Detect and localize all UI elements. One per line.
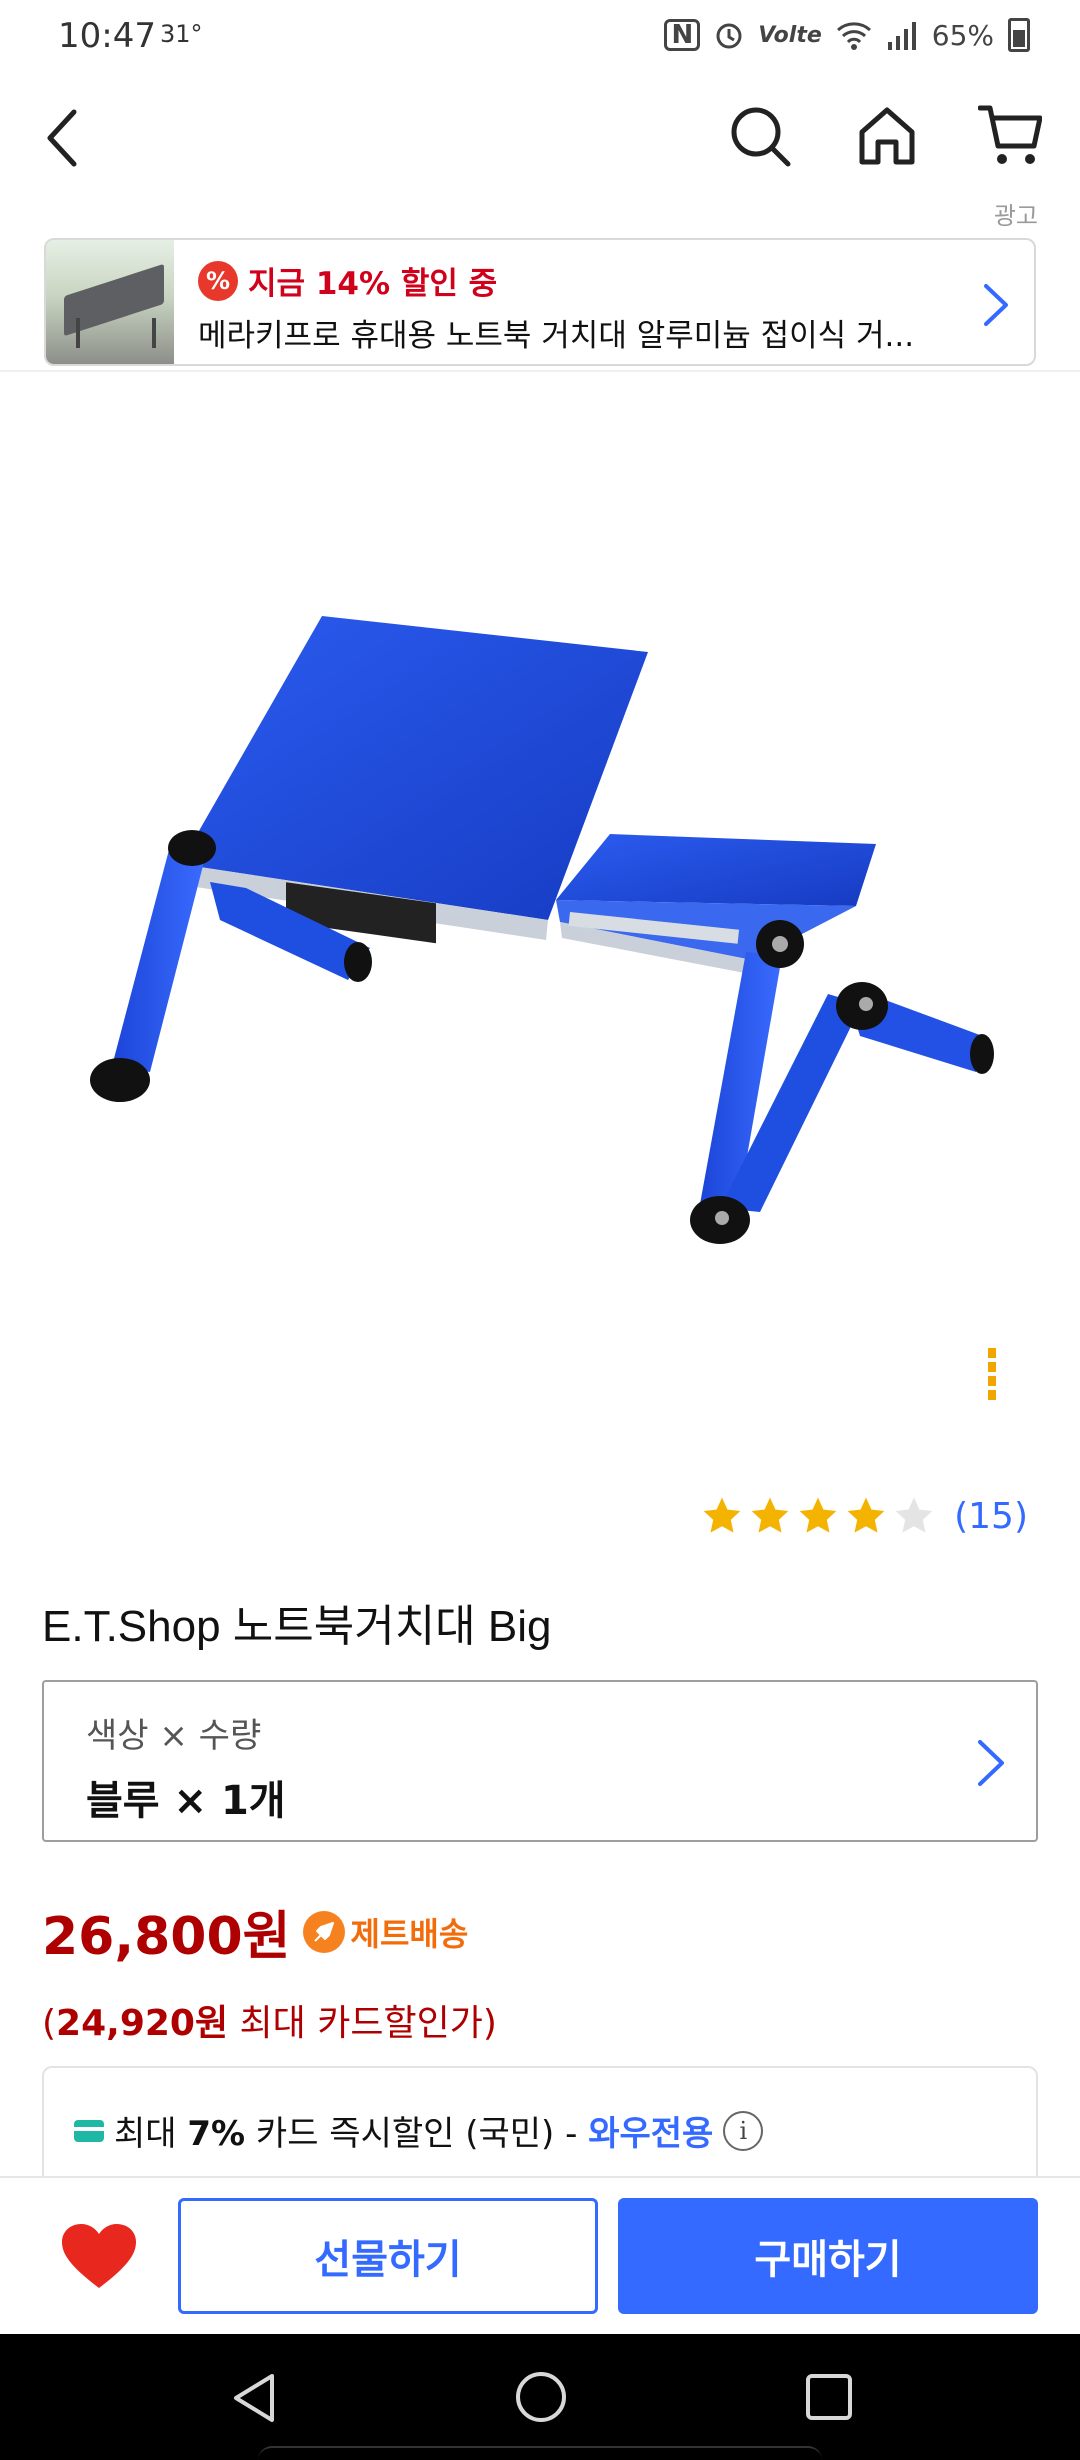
star-filled-icon xyxy=(751,1497,789,1533)
ad-discount: % 지금 14% 할인 중 xyxy=(198,258,497,303)
buy-button[interactable]: 구매하기 xyxy=(618,2198,1038,2314)
volte-label: Volte xyxy=(758,22,822,48)
option-value: 블루 × 1개 xyxy=(86,1778,286,1824)
review-count[interactable]: (15) xyxy=(954,1496,1028,1537)
card-price-suffix: 최대 카드할인가 xyxy=(239,2003,483,2044)
gesture-handle xyxy=(258,2446,822,2460)
nfc-icon: N xyxy=(664,19,701,51)
system-home-icon[interactable] xyxy=(514,2370,568,2424)
star-filled-icon xyxy=(703,1497,741,1533)
back-arrow-icon[interactable] xyxy=(40,106,90,170)
battery-percent: 65% xyxy=(931,18,994,52)
system-back-icon[interactable] xyxy=(230,2372,278,2424)
rocket-icon xyxy=(302,1910,345,1953)
signal-icon xyxy=(887,22,916,50)
star-filled-icon xyxy=(847,1497,885,1533)
ad-discount-text: 지금 14% 할인 중 xyxy=(248,266,498,302)
card-percent: 7% xyxy=(187,2114,246,2154)
rating[interactable]: (15) xyxy=(700,1494,1028,1538)
status-icons: N Volte 65% xyxy=(664,18,1030,52)
status-time: 10:47 xyxy=(58,16,156,56)
gift-button[interactable]: 선물하기 xyxy=(178,2198,598,2314)
star-filled-icon xyxy=(799,1497,837,1533)
option-selector[interactable]: 색상 × 수량 블루 × 1개 xyxy=(42,1680,1038,1842)
top-nav xyxy=(0,72,1080,202)
card-discount-box[interactable]: 최대 7% 카드 즉시할인 (국민) - 와우전용 i xyxy=(42,2066,1038,2186)
ad-tag: 광고 xyxy=(993,202,1038,230)
ad-title: 메라키프로 휴대용 노트북 거치대 알루미늄 접이식 거... xyxy=(198,318,915,354)
price: 26,800원 xyxy=(42,1907,291,1967)
bottom-action-bar: 선물하기 구매하기 xyxy=(0,2176,1080,2334)
info-icon[interactable]: i xyxy=(723,2110,764,2151)
credit-card-icon xyxy=(74,2119,104,2142)
product-image[interactable] xyxy=(0,372,1080,1462)
chevron-right-icon xyxy=(984,284,1008,326)
chevron-right-icon xyxy=(978,1740,1004,1786)
card-text-prefix: 최대 xyxy=(114,2114,188,2154)
system-recent-apps-icon[interactable] xyxy=(804,2372,854,2422)
battery-icon xyxy=(1008,18,1030,52)
ad-thumbnail xyxy=(46,240,174,364)
price-row: 26,800원 제트배송 xyxy=(42,1894,468,1969)
ad-banner[interactable]: % 지금 14% 할인 중 메라키프로 휴대용 노트북 거치대 알루미늄 접이식… xyxy=(44,238,1036,366)
option-label: 색상 × 수량 xyxy=(86,1716,262,1756)
system-nav-bar xyxy=(0,2334,1080,2460)
status-bar: 10:47 31° N Volte 65% xyxy=(0,0,1080,72)
percent-badge-icon: % xyxy=(198,260,238,301)
home-icon[interactable] xyxy=(856,104,918,168)
card-text-suffix: 카드 즉시할인 (국민) - xyxy=(245,2114,589,2154)
wifi-icon xyxy=(836,22,871,50)
heart-icon[interactable] xyxy=(60,2222,138,2292)
alarm-icon xyxy=(716,23,742,49)
rocket-delivery-badge: 제트배송 xyxy=(302,1909,469,1955)
wow-only-label: 와우전용 xyxy=(588,2114,714,2154)
delivery-label: 제트배송 xyxy=(350,1914,469,1953)
image-pager-indicator xyxy=(988,1348,996,1402)
star-empty-icon xyxy=(895,1497,933,1533)
search-icon[interactable] xyxy=(728,104,792,168)
laptop-stand-illustration xyxy=(90,616,994,1244)
card-discount-line: 최대 7% 카드 즉시할인 (국민) - 와우전용 i xyxy=(74,2106,764,2155)
status-temperature: 31° xyxy=(160,20,203,48)
card-price-value: 24,920원 xyxy=(56,2003,229,2044)
product-title: E.T.Shop 노트북거치대 Big xyxy=(42,1602,552,1651)
card-discount-price: (24,920원 최대 카드할인가) xyxy=(42,2003,497,2044)
cart-icon[interactable] xyxy=(978,102,1042,168)
